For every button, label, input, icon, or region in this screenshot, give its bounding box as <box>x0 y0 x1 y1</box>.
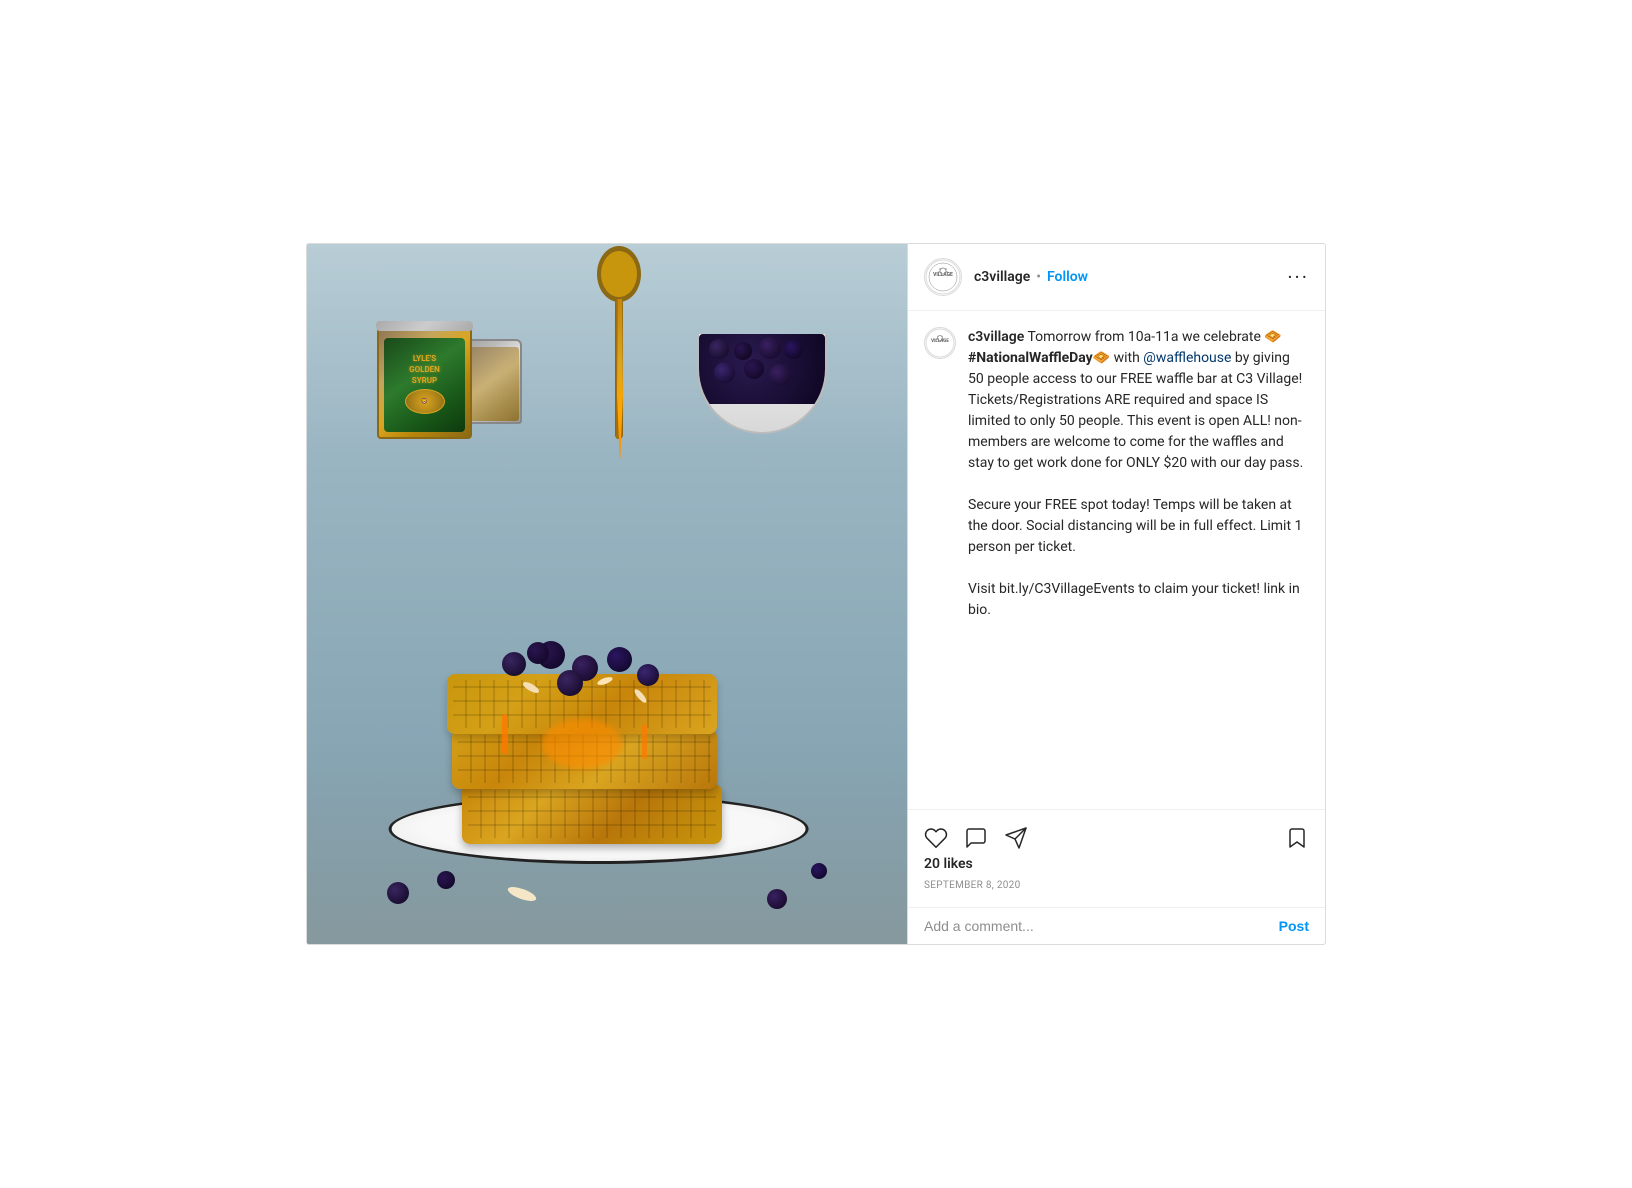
share-button[interactable] <box>1004 826 1028 850</box>
food-scene: LYLE'SGOLDENSYRUP 🦁 <box>307 244 907 944</box>
caption-text: c3village Tomorrow from 10a-11a we celeb… <box>968 327 1309 621</box>
post-comment-button[interactable]: Post <box>1279 918 1309 934</box>
header-avatar[interactable]: VILLAGE <box>924 258 962 296</box>
caption-mention[interactable]: @wafflehouse <box>1143 350 1231 366</box>
action-icons-row <box>924 818 1309 856</box>
comment-icon <box>964 826 988 850</box>
add-comment-input[interactable] <box>924 918 1279 934</box>
svg-text:VILLAGE: VILLAGE <box>931 338 949 344</box>
share-icon <box>1004 826 1028 850</box>
post-date: SEPTEMBER 8, 2020 <box>924 876 1309 903</box>
post-body: VILLAGE c3village Tomorrow from 10a-11a … <box>908 311 1325 809</box>
bookmark-button[interactable] <box>1285 826 1309 850</box>
post-right-panel: VILLAGE c3village • Follow ··· <box>907 244 1325 944</box>
caption-avatar[interactable]: VILLAGE <box>924 327 956 359</box>
heart-icon <box>924 826 948 850</box>
post-header: VILLAGE c3village • Follow ··· <box>908 244 1325 311</box>
bookmark-icon <box>1285 826 1309 850</box>
likes-count: 20 likes <box>924 856 1309 876</box>
caption-row: VILLAGE c3village Tomorrow from 10a-11a … <box>924 327 1309 621</box>
follow-button[interactable]: Follow <box>1047 269 1088 285</box>
add-comment-row: Post <box>908 907 1325 944</box>
post-image: LYLE'SGOLDENSYRUP 🦁 <box>307 244 907 944</box>
comment-button[interactable] <box>964 826 988 850</box>
header-dot: • <box>1036 269 1041 285</box>
caption-body-2: by giving 50 people access to our FREE w… <box>968 350 1303 618</box>
svg-text:VILLAGE: VILLAGE <box>933 272 953 278</box>
caption-username[interactable]: c3village <box>968 329 1024 345</box>
caption-avatar-svg: VILLAGE <box>925 328 955 358</box>
like-button[interactable] <box>924 826 948 850</box>
more-options-button[interactable]: ··· <box>1287 265 1309 289</box>
instagram-post: LYLE'SGOLDENSYRUP 🦁 <box>306 243 1326 945</box>
post-actions: 20 likes SEPTEMBER 8, 2020 <box>908 809 1325 907</box>
header-username[interactable]: c3village <box>974 269 1030 285</box>
avatar-logo-svg: VILLAGE <box>925 259 961 295</box>
